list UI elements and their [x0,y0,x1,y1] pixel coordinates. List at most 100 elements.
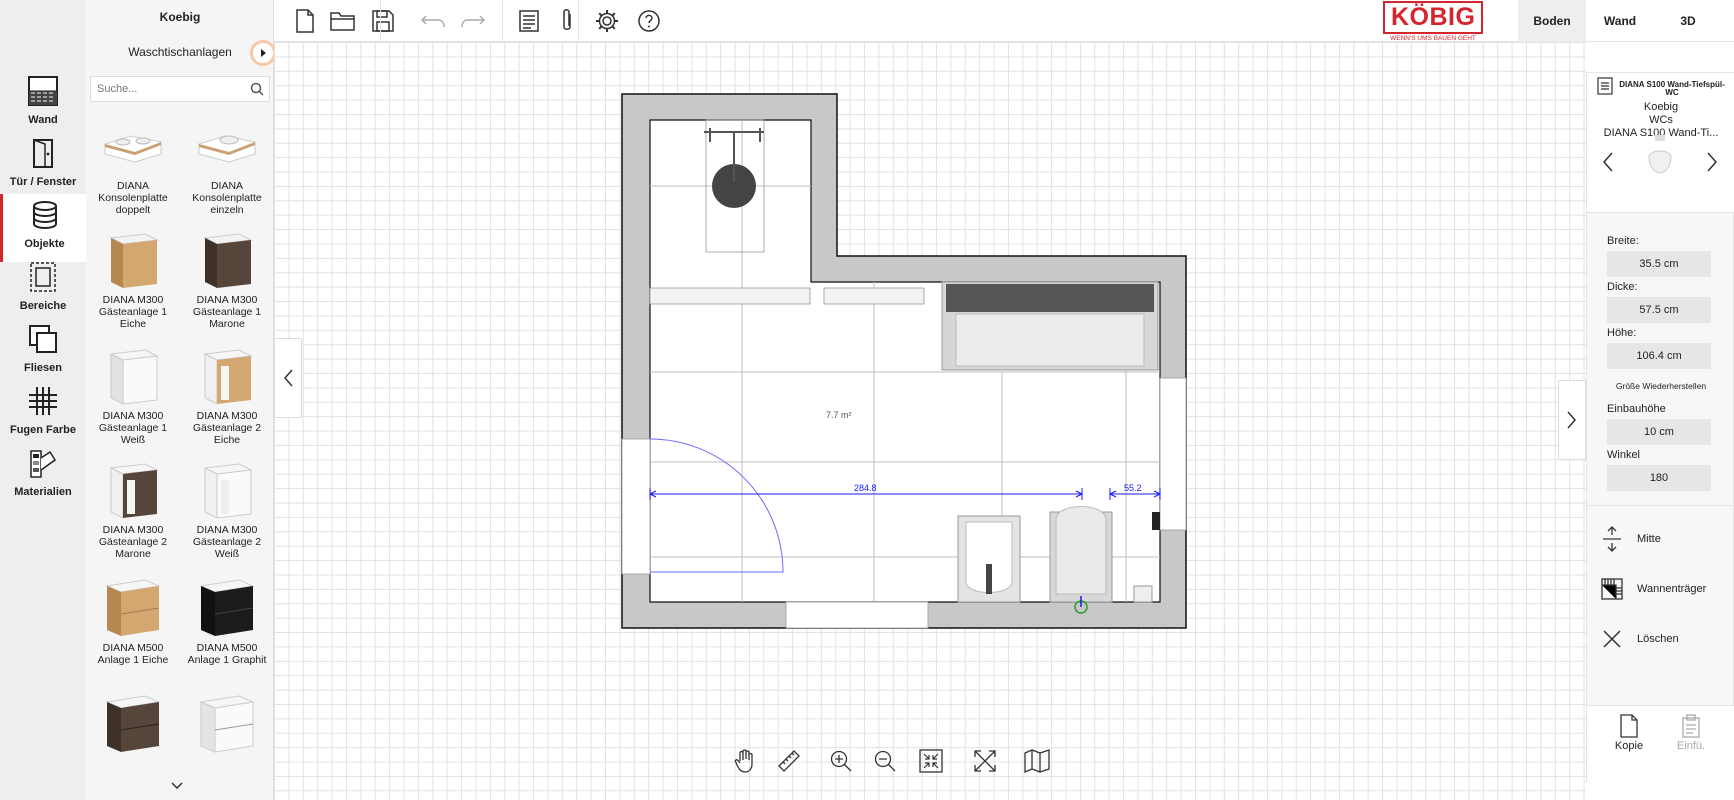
copy-icon [1620,714,1638,738]
new-file-icon [296,9,314,33]
chevron-left-icon [1602,152,1613,172]
collapse-properties-button[interactable] [1558,380,1586,460]
redo-icon [461,15,486,28]
install-height-field[interactable]: 10 cm [1607,419,1711,445]
product-thumbnail [195,576,259,640]
search-input[interactable] [91,77,241,101]
catalog-item[interactable]: DIANA M500 Anlage 1 Eiche [86,576,180,666]
properties-panel: DIANA S100 Wand-Tiefspül-WC Koebig WCs D… [1586,72,1734,783]
angle-label: Winkel [1607,449,1641,461]
toolbar-divider [380,0,381,42]
nav-item-fugen-farbe[interactable]: Fugen Farbe [0,380,86,448]
wall-fixture [1152,512,1160,530]
catalog-item[interactable]: DIANA M500 Anlage 1 Graphit [180,576,274,666]
width-label: Breite: [1607,235,1639,247]
undo-icon [420,15,445,28]
settings-button[interactable] [594,8,620,34]
nav-item-tuer-fenster[interactable]: Tür / Fenster [0,132,86,200]
tub-support-button[interactable]: Wannenträger [1587,567,1734,611]
catalog-item[interactable]: DIANA M300 Gästeanlage 1 Marone [180,228,274,330]
save-button[interactable] [370,8,396,34]
open-folder-icon [330,12,355,31]
zoom-out-button[interactable] [870,746,900,776]
catalog-item[interactable]: DIANA M300 Gästeanlage 1 Eiche [86,228,180,330]
floor-plan-canvas[interactable]: 7.7 m² 284.8 55.2 [274,42,1586,800]
tab-wand[interactable]: Wand [1586,0,1654,42]
toolbar-divider [578,0,579,42]
width-field[interactable]: 35.5 cm [1607,251,1711,277]
object-title: DIANA S100 Wand-Tiefspül-WC [1619,80,1725,97]
catalog-panel: Koebig Waschtischanlagen DIANA Konsolenp… [86,0,276,800]
catalog-item[interactable]: DIANA M300 Gästeanlage 2 Marone [86,458,180,560]
object-manufacturer: Koebig [1643,101,1679,113]
product-thumbnail [195,458,259,522]
catalog-item[interactable]: DIANA M300 Gästeanlage 2 Eiche [180,344,274,446]
chevron-left-icon [284,369,293,387]
product-thumbnail [101,576,165,640]
catalog-item[interactable]: DIANA M300 Gästeanlage 1 Weiß [86,344,180,446]
document-list-icon [519,10,539,32]
product-thumbnail [101,344,165,408]
angle-field[interactable]: 180 [1607,465,1711,491]
tab-boden[interactable]: Boden [1518,0,1586,42]
nav-item-materialien[interactable]: Materialien [0,442,86,510]
scroll-down-button[interactable] [170,778,184,796]
product-thumbnail [195,692,259,756]
search-icon[interactable] [250,82,264,96]
height-field[interactable]: 106.4 cm [1607,343,1711,369]
nav-label: Objekte [24,238,65,250]
open-folder-button[interactable] [330,8,356,34]
collapse-catalog-button[interactable] [274,338,302,418]
paste-button[interactable]: Einfü. [1661,714,1721,752]
catalog-item[interactable] [180,692,274,758]
help-icon [638,10,660,32]
floor-plan: 7.7 m² 284.8 55.2 [621,93,1187,629]
map-view-button[interactable] [1022,746,1052,776]
delete-button[interactable]: Löschen [1587,617,1734,661]
product-name: DIANA M300 Gästeanlage 1 Weiß [98,410,168,446]
next-object-button[interactable] [1705,151,1719,178]
category-next-button[interactable] [250,40,276,66]
fullscreen-button[interactable] [970,746,1000,776]
depth-field[interactable]: 57.5 cm [1607,297,1711,323]
help-button[interactable] [636,8,662,34]
center-button[interactable]: Mitte [1587,517,1734,561]
reset-size-button[interactable]: Größe Wiederherstellen [1587,381,1734,391]
floor-drain [1133,585,1153,603]
nav-item-objekte[interactable]: Objekte [0,194,86,262]
new-file-button[interactable] [292,8,318,34]
prev-object-button[interactable] [1601,151,1615,178]
install-height-label: Einbauhöhe [1607,403,1666,415]
product-thumbnail [101,228,165,292]
catalog-item[interactable]: DIANA Konsolenplatte einzeln [180,114,274,216]
redo-button[interactable] [460,8,486,34]
document-list-button[interactable] [516,8,542,34]
catalog-item[interactable] [86,692,180,758]
chevron-down-icon [171,782,183,790]
copy-button[interactable]: Kopie [1599,714,1659,752]
catalog-search[interactable] [90,76,270,102]
nav-item-wand[interactable]: Wand [0,70,86,138]
save-icon [372,10,394,32]
attachment-button[interactable] [554,8,580,34]
zoom-in-button[interactable] [826,746,856,776]
fit-screen-button[interactable] [916,746,946,776]
toilet-thumbnail [1648,135,1672,174]
catalog-item[interactable]: DIANA M300 Gästeanlage 2 Weiß [180,458,274,560]
product-thumbnail [195,228,259,292]
area-label: 7.7 m² [826,410,852,420]
color-swatch-icon [30,450,57,478]
undo-button[interactable] [420,8,446,34]
nav-label: Tür / Fenster [9,176,77,188]
tub-support-icon [1601,578,1623,600]
catalog-category: Waschtischanlagen [128,45,232,59]
measure-tool-button[interactable] [774,746,804,776]
catalog-item[interactable]: DIANA Konsolenplatte doppelt [86,114,180,216]
nav-item-fliesen[interactable]: Fliesen [0,318,86,386]
wall-shelf [649,287,811,305]
tab-3d[interactable]: 3D [1654,0,1722,42]
pan-tool-button[interactable] [730,746,760,776]
depth-label: Dicke: [1607,281,1638,293]
nav-item-bereiche[interactable]: Bereiche [0,256,86,324]
door-icon [33,139,53,168]
